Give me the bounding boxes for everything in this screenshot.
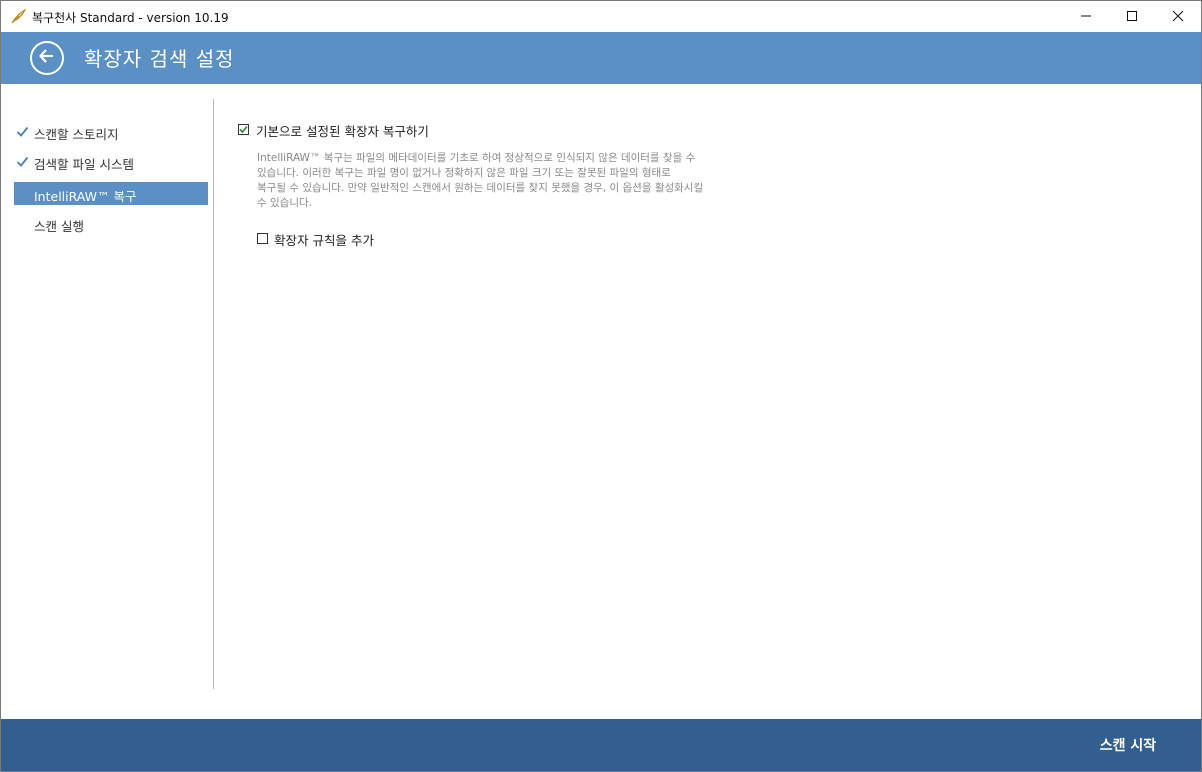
footer-bar: 스캔 시작 bbox=[1, 719, 1201, 771]
app-window: 복구천사 Standard - version 10.19 확장자 검색 설정 … bbox=[0, 0, 1202, 772]
sidebar-item-label: 검색할 파일 시스템 bbox=[34, 157, 134, 172]
minimize-button[interactable] bbox=[1063, 1, 1109, 32]
back-button[interactable] bbox=[30, 41, 64, 75]
sidebar-item-run-scan[interactable]: 스캔 실행 bbox=[14, 212, 208, 235]
sidebar-item-label: 스캔 실행 bbox=[34, 219, 84, 234]
start-scan-button[interactable]: 스캔 시작 bbox=[1079, 733, 1177, 759]
page-title: 확장자 검색 설정 bbox=[84, 47, 235, 71]
add-rule-label[interactable]: 확장자 규칙을 추가 bbox=[274, 230, 374, 249]
minimize-icon bbox=[1080, 7, 1092, 26]
description-line: 있습니다. 이러한 복구는 파일 명이 없거나 정확하지 않은 파일 크기 또는… bbox=[257, 167, 671, 179]
maximize-icon bbox=[1126, 7, 1138, 26]
default-recovery-label[interactable]: 기본으로 설정된 확장자 복구하기 bbox=[256, 121, 429, 140]
sidebar-item-storage[interactable]: 스캔할 스토리지 bbox=[14, 120, 208, 143]
checkmark-icon bbox=[16, 125, 29, 138]
description-line: 복구될 수 있습니다. 만약 일반적인 스캔에서 원하는 데이터를 찾지 못했을… bbox=[257, 182, 704, 194]
back-arrow-icon bbox=[37, 46, 57, 70]
default-recovery-checkbox[interactable] bbox=[238, 124, 249, 135]
close-button[interactable] bbox=[1155, 1, 1201, 32]
title-bar: 복구천사 Standard - version 10.19 bbox=[1, 1, 1201, 32]
window-title: 복구천사 Standard - version 10.19 bbox=[32, 11, 229, 25]
page-header: 확장자 검색 설정 bbox=[1, 32, 1201, 84]
sidebar-item-intelliraw[interactable]: IntelliRAW™ 복구 bbox=[14, 182, 208, 205]
checkmark-icon bbox=[16, 155, 29, 168]
main-panel: 기본으로 설정된 확장자 복구하기 IntelliRAW™ 복구는 파일의 메타… bbox=[214, 84, 1201, 719]
close-icon bbox=[1172, 7, 1184, 26]
add-rule-checkbox[interactable] bbox=[257, 233, 268, 244]
maximize-button[interactable] bbox=[1109, 1, 1155, 32]
sidebar-steps: 스캔할 스토리지 검색할 파일 시스템 IntelliRAW™ 복구 스캔 실행 bbox=[1, 84, 213, 719]
sidebar-item-filesystem[interactable]: 검색할 파일 시스템 bbox=[14, 150, 208, 173]
description-line: IntelliRAW™ 복구는 파일의 메타데이터를 기초로 하여 정상적으로 … bbox=[257, 152, 696, 164]
intelliraw-description: IntelliRAW™ 복구는 파일의 메타데이터를 기초로 하여 정상적으로 … bbox=[257, 151, 777, 211]
feather-icon bbox=[10, 8, 27, 25]
sidebar-item-label: 스캔할 스토리지 bbox=[34, 127, 119, 142]
description-line: 수 있습니다. bbox=[257, 197, 312, 209]
sidebar-item-label: IntelliRAW™ 복구 bbox=[34, 189, 137, 204]
